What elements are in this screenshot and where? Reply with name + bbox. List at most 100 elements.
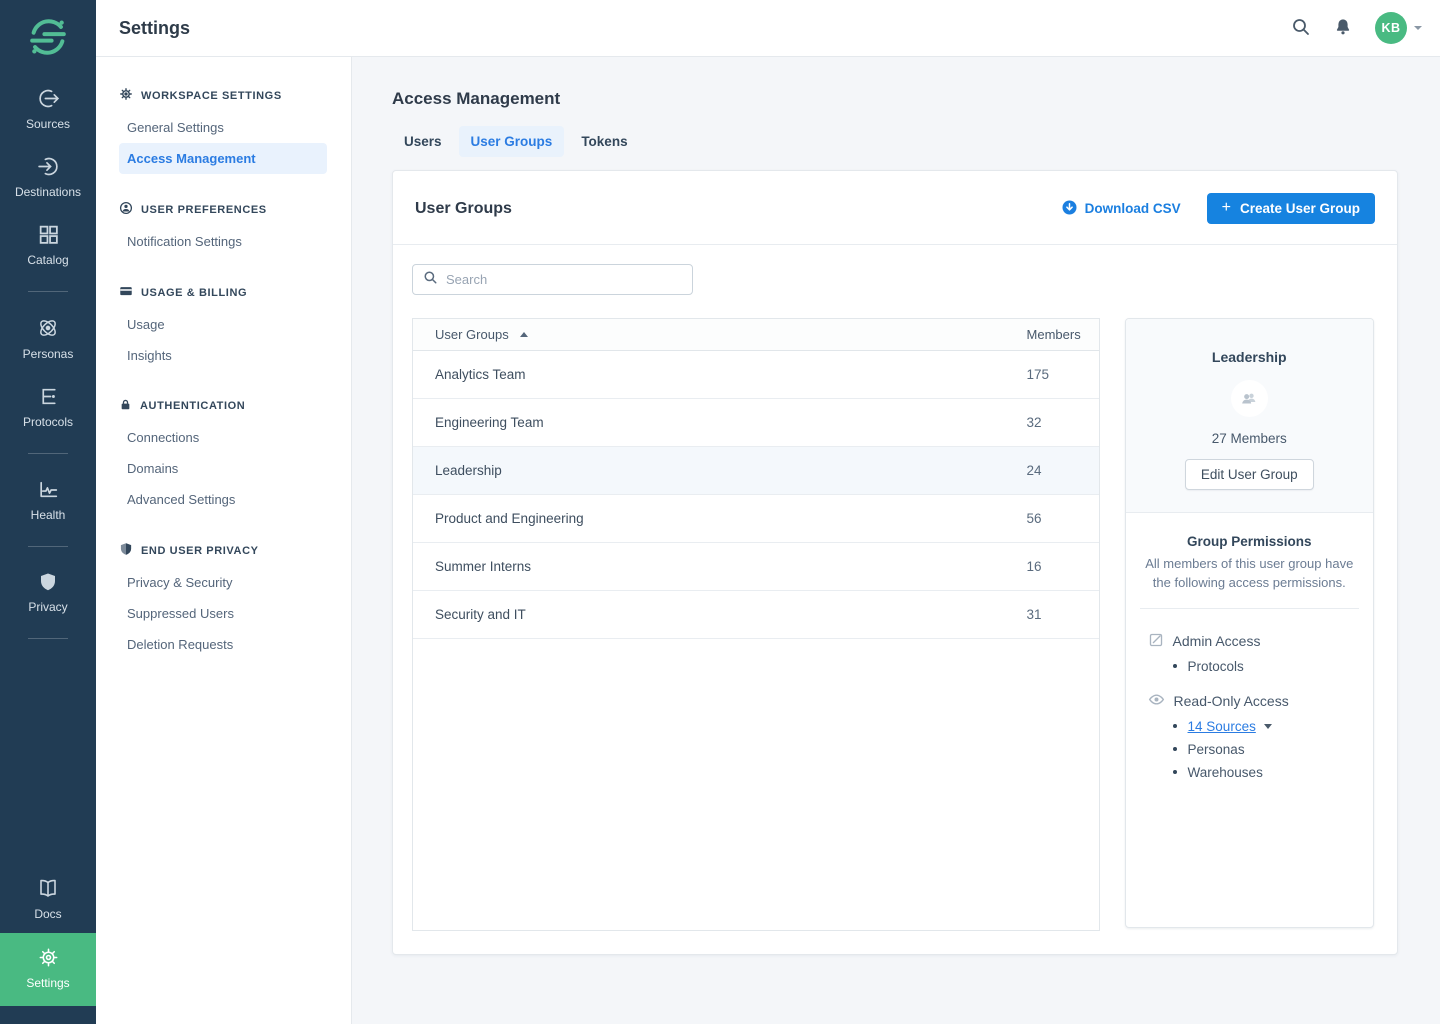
account-menu[interactable]: KB xyxy=(1375,12,1422,44)
table-row[interactable]: Product and Engineering 56 xyxy=(413,495,1099,543)
settings-nav: WORKSPACE SETTINGS General Settings Acce… xyxy=(96,57,352,1024)
read-only-access-label: Read-Only Access xyxy=(1174,693,1289,709)
docs-icon xyxy=(36,876,60,900)
create-user-group-button[interactable]: + Create User Group xyxy=(1207,193,1375,224)
destinations-icon xyxy=(37,155,60,178)
sidebar-item-catalog[interactable]: Catalog xyxy=(0,211,96,279)
sidebar-item-settings[interactable]: Settings xyxy=(0,933,96,1006)
chevron-down-icon xyxy=(1414,26,1422,30)
privacy-icon xyxy=(37,571,59,593)
health-icon xyxy=(37,478,60,501)
nav-item-access-management[interactable]: Access Management xyxy=(119,143,327,174)
column-header-user-groups[interactable]: User Groups xyxy=(435,327,509,342)
group-name: Leadership xyxy=(1142,349,1357,365)
product-sidebar: Sources Destinations Catalog xyxy=(0,0,96,1024)
settings-gear-icon xyxy=(37,946,60,969)
sources-link[interactable]: 14 Sources xyxy=(1188,719,1256,734)
nav-section-user-preferences: USER PREFERENCES xyxy=(96,201,351,218)
nav-item-suppressed-users[interactable]: Suppressed Users xyxy=(119,598,327,629)
permission-item: Warehouses xyxy=(1173,765,1359,780)
shield-icon xyxy=(119,542,133,559)
page-header-title: Settings xyxy=(119,18,190,39)
nav-section-authentication: AUTHENTICATION xyxy=(96,398,351,414)
sidebar-item-label: Protocols xyxy=(23,415,73,429)
nav-item-general-settings[interactable]: General Settings xyxy=(119,112,327,143)
nav-item-domains[interactable]: Domains xyxy=(119,453,327,484)
permission-item: Personas xyxy=(1173,742,1359,757)
sidebar-item-protocols[interactable]: Protocols xyxy=(0,373,96,441)
sidebar-item-docs[interactable]: Docs xyxy=(0,864,96,933)
sidebar-divider xyxy=(28,638,68,639)
nav-item-advanced-settings[interactable]: Advanced Settings xyxy=(119,484,327,515)
sort-ascending-icon[interactable] xyxy=(520,332,528,337)
download-icon xyxy=(1062,200,1077,218)
page-title: Access Management xyxy=(392,89,1440,109)
sidebar-divider xyxy=(28,453,68,454)
column-header-members[interactable]: Members xyxy=(1027,327,1099,342)
divider xyxy=(1140,608,1359,609)
nav-section-end-user-privacy: END USER PRIVACY xyxy=(96,542,351,559)
sidebar-item-destinations[interactable]: Destinations xyxy=(0,143,96,211)
user-groups-table: User Groups Members Analytics Team 175 xyxy=(412,318,1100,931)
nav-item-notification-settings[interactable]: Notification Settings xyxy=(119,226,327,257)
avatar[interactable]: KB xyxy=(1375,12,1407,44)
main-content: Access Management Users User Groups Toke… xyxy=(352,57,1440,1024)
credit-card-icon xyxy=(119,284,133,301)
group-detail-panel: Leadership xyxy=(1125,318,1374,928)
eye-icon xyxy=(1148,691,1165,711)
permission-item: Protocols xyxy=(1173,659,1359,674)
sidebar-item-label: Settings xyxy=(26,976,69,990)
sidebar-item-label: Privacy xyxy=(28,600,67,614)
card-title: User Groups xyxy=(415,200,512,218)
user-groups-card: User Groups Download CSV xyxy=(392,170,1398,955)
sidebar-item-label: Health xyxy=(31,508,66,522)
sidebar-item-label: Destinations xyxy=(15,185,81,199)
sidebar-item-health[interactable]: Health xyxy=(0,466,96,534)
tab-user-groups[interactable]: User Groups xyxy=(459,126,565,157)
nav-item-connections[interactable]: Connections xyxy=(119,422,327,453)
protocols-icon xyxy=(37,385,60,408)
notifications-button[interactable] xyxy=(1333,17,1353,40)
nav-item-insights[interactable]: Insights xyxy=(119,340,327,371)
sidebar-divider xyxy=(28,291,68,292)
admin-access-group: Admin Access Protocols xyxy=(1140,632,1359,674)
table-row[interactable]: Analytics Team 175 xyxy=(413,351,1099,399)
nav-item-privacy-security[interactable]: Privacy & Security xyxy=(119,567,327,598)
table-row[interactable]: Engineering Team 32 xyxy=(413,399,1099,447)
permission-item-sources[interactable]: 14 Sources xyxy=(1173,719,1359,734)
search-icon xyxy=(423,270,438,290)
admin-access-label: Admin Access xyxy=(1173,633,1261,649)
table-row-selected[interactable]: Leadership 24 xyxy=(413,447,1099,495)
tab-users[interactable]: Users xyxy=(392,126,454,157)
sidebar-item-privacy[interactable]: Privacy xyxy=(0,559,96,626)
table-row[interactable]: Summer Interns 16 xyxy=(413,543,1099,591)
sources-icon xyxy=(37,87,60,110)
read-only-access-group: Read-Only Access 14 Sources Personas xyxy=(1140,691,1359,780)
edit-icon xyxy=(1148,632,1164,651)
sidebar-item-personas[interactable]: Personas xyxy=(0,304,96,373)
segment-logo[interactable] xyxy=(25,14,71,65)
sidebar-divider xyxy=(28,546,68,547)
catalog-icon xyxy=(37,223,60,246)
sidebar-item-label: Sources xyxy=(26,117,70,131)
edit-user-group-button[interactable]: Edit User Group xyxy=(1185,459,1314,490)
table-row[interactable]: Security and IT 31 xyxy=(413,591,1099,639)
personas-icon xyxy=(36,316,60,340)
sidebar-item-label: Personas xyxy=(23,347,74,361)
search-input[interactable] xyxy=(446,272,682,287)
nav-item-deletion-requests[interactable]: Deletion Requests xyxy=(119,629,327,660)
gear-icon xyxy=(119,87,133,104)
chevron-down-icon[interactable] xyxy=(1264,724,1272,729)
sidebar-item-sources[interactable]: Sources xyxy=(0,75,96,143)
bell-icon xyxy=(1333,17,1353,40)
group-avatar-icon xyxy=(1231,380,1268,417)
lock-icon xyxy=(119,398,132,414)
nav-section-usage-billing: USAGE & BILLING xyxy=(96,284,351,301)
tab-tokens[interactable]: Tokens xyxy=(569,126,639,157)
download-csv-button[interactable]: Download CSV xyxy=(1062,200,1181,218)
sidebar-item-label: Catalog xyxy=(27,253,68,267)
permissions-title: Group Permissions xyxy=(1140,534,1359,549)
search-button[interactable] xyxy=(1291,17,1311,40)
permissions-description: All members of this user group have the … xyxy=(1140,555,1359,593)
nav-item-usage[interactable]: Usage xyxy=(119,309,327,340)
